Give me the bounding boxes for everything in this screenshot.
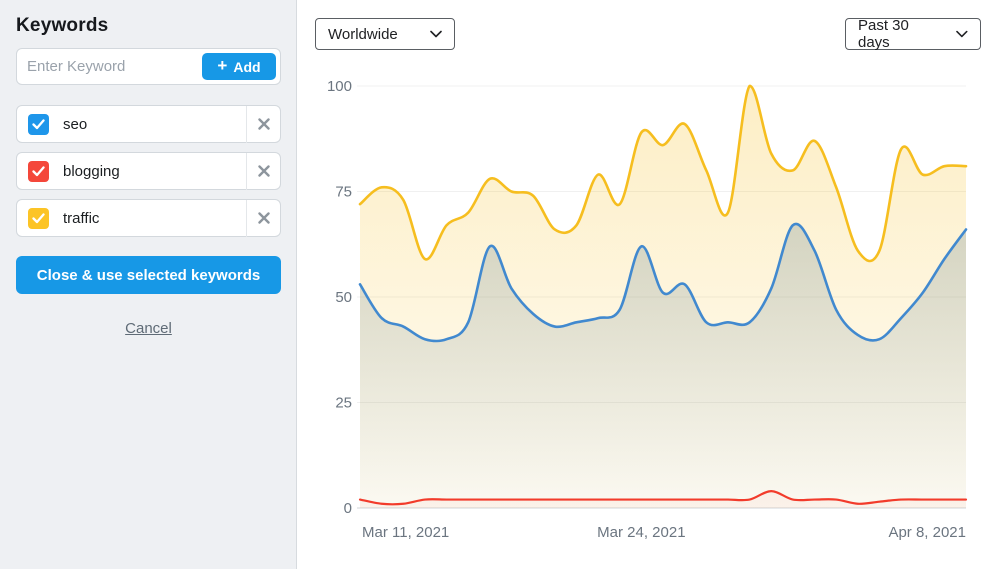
keyword-label: blogging [63,163,246,180]
add-button-label: Add [233,59,260,75]
chart-area: Worldwide Past 30 days 0255075100Mar 11,… [297,0,1000,569]
svg-text:Mar 11, 2021: Mar 11, 2021 [362,524,449,541]
svg-text:25: 25 [335,395,352,412]
keyword-checkbox[interactable] [28,208,49,229]
keyword-checkbox[interactable] [28,161,49,182]
keyword-chip-blogging: blogging [16,152,281,190]
plus-icon: + [217,57,227,74]
svg-text:0: 0 [344,500,352,517]
keyword-label: seo [63,116,246,133]
svg-text:75: 75 [335,184,352,201]
keyword-input[interactable] [17,49,202,84]
svg-text:Apr 8, 2021: Apr 8, 2021 [888,524,966,541]
close-use-keywords-button[interactable]: Close & use selected keywords [16,256,281,294]
keywords-panel: Keywords + Add seo [0,0,297,569]
close-icon [258,212,270,224]
checkmark-icon [32,213,45,224]
app-root: Keywords + Add seo [0,0,1000,569]
svg-text:Mar 24, 2021: Mar 24, 2021 [597,524,685,541]
keyword-input-row: + Add [16,48,281,85]
cancel-link[interactable]: Cancel [0,320,297,337]
keyword-chip-traffic: traffic [16,199,281,237]
add-keyword-button[interactable]: + Add [202,53,276,80]
keyword-label: traffic [63,210,246,227]
close-icon [258,118,270,130]
close-icon [258,165,270,177]
checkmark-icon [32,119,45,130]
remove-keyword-button[interactable] [247,153,280,189]
svg-text:50: 50 [335,289,352,306]
keyword-chip-seo: seo [16,105,281,143]
svg-text:100: 100 [327,78,352,95]
checkmark-icon [32,166,45,177]
trend-chart: 0 25 50 75 100 Mar 11, 2021 Mar 24, 2021 Apr 8,… [297,0,1000,569]
remove-keyword-button[interactable] [247,200,280,236]
remove-keyword-button[interactable] [247,106,280,142]
keyword-checkbox[interactable] [28,114,49,135]
panel-title: Keywords [16,15,108,37]
